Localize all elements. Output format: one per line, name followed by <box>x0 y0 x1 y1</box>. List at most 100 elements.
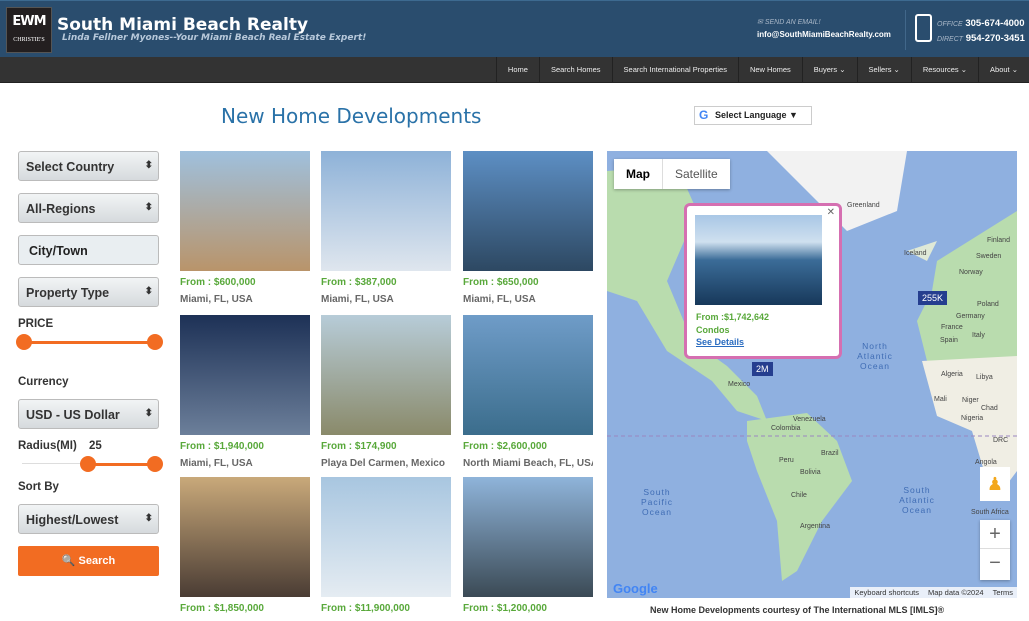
map-label: France <box>941 324 963 331</box>
listing-price: From : $11,900,000 <box>321 603 410 614</box>
price-slider-track[interactable] <box>24 341 155 344</box>
listing-location: Miami, FL, USA <box>180 294 253 305</box>
popup-price: From :$1,742,642 <box>696 312 770 322</box>
nav-buyers[interactable]: Buyers ⌄ <box>801 57 857 82</box>
nav-search-international[interactable]: Search International Properties <box>611 57 738 82</box>
email-contact[interactable]: ✉ SEND AN EMAIL! info@SouthMiamiBeachReal… <box>757 18 891 39</box>
google-logo: Google <box>613 581 658 596</box>
country-select[interactable]: Select Country <box>18 151 159 181</box>
map-label: Germany <box>956 313 985 320</box>
listing-location: Miami, FL, USA <box>463 294 536 305</box>
radius-max-handle[interactable] <box>147 456 163 472</box>
listing-image[interactable] <box>321 315 451 435</box>
listing-location: Miami, FL, USA <box>180 458 253 469</box>
map[interactable]: Map Satellite Greenland Iceland Finland … <box>607 151 1017 598</box>
ocean-label: North Atlantic Ocean <box>857 341 893 371</box>
listing-location: Playa Del Carmen, Mexico <box>321 458 445 469</box>
main-nav: Home Search Homes Search International P… <box>0 57 1029 83</box>
zoom-in-button[interactable]: + <box>980 520 1010 549</box>
map-label: Algeria <box>941 371 963 378</box>
zoom-out-button[interactable]: − <box>980 549 1010 577</box>
listing-card[interactable]: From : $1,850,000 <box>180 477 310 620</box>
listing-card[interactable]: From : $387,000 Miami, FL, USA <box>321 151 451 305</box>
see-details-link[interactable]: See Details <box>696 337 744 347</box>
map-label: Angola <box>975 459 997 466</box>
pegman-icon[interactable]: ♟ <box>980 467 1010 501</box>
map-data-text: Map data ©2024 <box>928 588 984 597</box>
map-label: Nigeria <box>961 415 984 422</box>
google-icon: G <box>699 108 709 122</box>
nav-new-homes[interactable]: New Homes <box>737 57 802 82</box>
map-label: Poland <box>977 301 999 308</box>
listing-image[interactable] <box>180 315 310 435</box>
price-min-handle[interactable] <box>16 334 32 350</box>
nav-sellers[interactable]: Sellers ⌄ <box>856 57 911 82</box>
search-button[interactable]: 🔍 Search <box>18 546 159 576</box>
map-label: Niger <box>962 397 979 404</box>
map-label: Spain <box>940 337 958 344</box>
currency-select[interactable]: USD - US Dollar <box>18 399 159 429</box>
map-info-popup: ✕ From :$1,742,642 Condos See Details <box>684 203 842 359</box>
listing-card[interactable]: From : $1,940,000 Miami, FL, USA <box>180 315 310 469</box>
sort-label: Sort By <box>18 481 59 493</box>
map-label: Chad <box>981 405 998 412</box>
radius-value: 25 <box>89 440 102 452</box>
nav-home[interactable]: Home <box>495 57 539 82</box>
listing-card[interactable]: From : $11,900,000 <box>321 477 451 620</box>
listing-price: From : $387,000 <box>321 277 397 288</box>
currency-label: Currency <box>18 376 69 388</box>
logo[interactable]: EWM CHRISTIE'S <box>6 7 52 53</box>
nav-resources[interactable]: Resources ⌄ <box>910 57 978 82</box>
listing-card[interactable]: From : $174,900 Playa Del Carmen, Mexico <box>321 315 451 469</box>
site-title[interactable]: South Miami Beach Realty <box>57 15 308 35</box>
listing-card[interactable]: From : $1,200,000 <box>463 477 593 620</box>
map-marker[interactable]: 255K <box>918 291 948 305</box>
popup-image[interactable] <box>695 215 822 305</box>
phone-numbers: OFFICE 305-674-4000 DIRECT 954-270-3451 <box>937 18 1025 44</box>
map-type-control: Map Satellite <box>614 159 730 189</box>
listing-image[interactable] <box>321 477 451 597</box>
price-max-handle[interactable] <box>147 334 163 350</box>
listing-image[interactable] <box>180 151 310 271</box>
listing-image[interactable] <box>321 151 451 271</box>
map-label: Sweden <box>976 253 1002 260</box>
close-icon[interactable]: ✕ <box>827 207 835 218</box>
map-label: Peru <box>779 457 794 464</box>
phone-icon <box>915 14 932 42</box>
listing-card[interactable]: From : $600,000 Miami, FL, USA <box>180 151 310 305</box>
map-label: Norway <box>959 269 983 276</box>
price-label: PRICE <box>18 318 54 330</box>
keyboard-shortcuts-link[interactable]: Keyboard shortcuts <box>854 588 919 597</box>
terms-link[interactable]: Terms <box>993 588 1013 597</box>
city-input[interactable]: City/Town <box>18 235 159 265</box>
radius-slider-range[interactable] <box>88 463 154 466</box>
divider <box>905 10 906 50</box>
listing-location: Miami, FL, USA <box>321 294 394 305</box>
map-attribution: Keyboard shortcuts Map data ©2024 Terms <box>850 587 1017 598</box>
map-label: South Africa <box>971 509 1009 516</box>
page-title: New Home Developments <box>221 104 482 128</box>
map-label: Colombia <box>771 425 801 432</box>
listing-price: From : $600,000 <box>180 277 256 288</box>
nav-search-homes[interactable]: Search Homes <box>538 57 612 82</box>
listing-price: From : $2,600,000 <box>463 441 547 452</box>
map-tab[interactable]: Map <box>614 159 663 189</box>
nav-about[interactable]: About ⌄ <box>978 57 1029 82</box>
radius-min-handle[interactable] <box>80 456 96 472</box>
language-select[interactable]: G Select Language ▼ <box>694 106 812 125</box>
listing-image[interactable] <box>463 315 593 435</box>
listing-image[interactable] <box>463 477 593 597</box>
sort-select[interactable]: Highest/Lowest <box>18 504 159 534</box>
region-select[interactable]: All-Regions <box>18 193 159 223</box>
map-label: Italy <box>972 332 985 339</box>
map-label: Iceland <box>904 250 927 257</box>
listing-price: From : $174,900 <box>321 441 397 452</box>
satellite-tab[interactable]: Satellite <box>663 159 730 189</box>
map-label: Argentina <box>800 523 830 530</box>
listing-card[interactable]: From : $650,000 Miami, FL, USA <box>463 151 593 305</box>
listing-image[interactable] <box>180 477 310 597</box>
listing-card[interactable]: From : $2,600,000 North Miami Beach, FL, … <box>463 315 593 469</box>
map-marker[interactable]: 2M <box>752 362 773 376</box>
listing-image[interactable] <box>463 151 593 271</box>
property-type-select[interactable]: Property Type <box>18 277 159 307</box>
